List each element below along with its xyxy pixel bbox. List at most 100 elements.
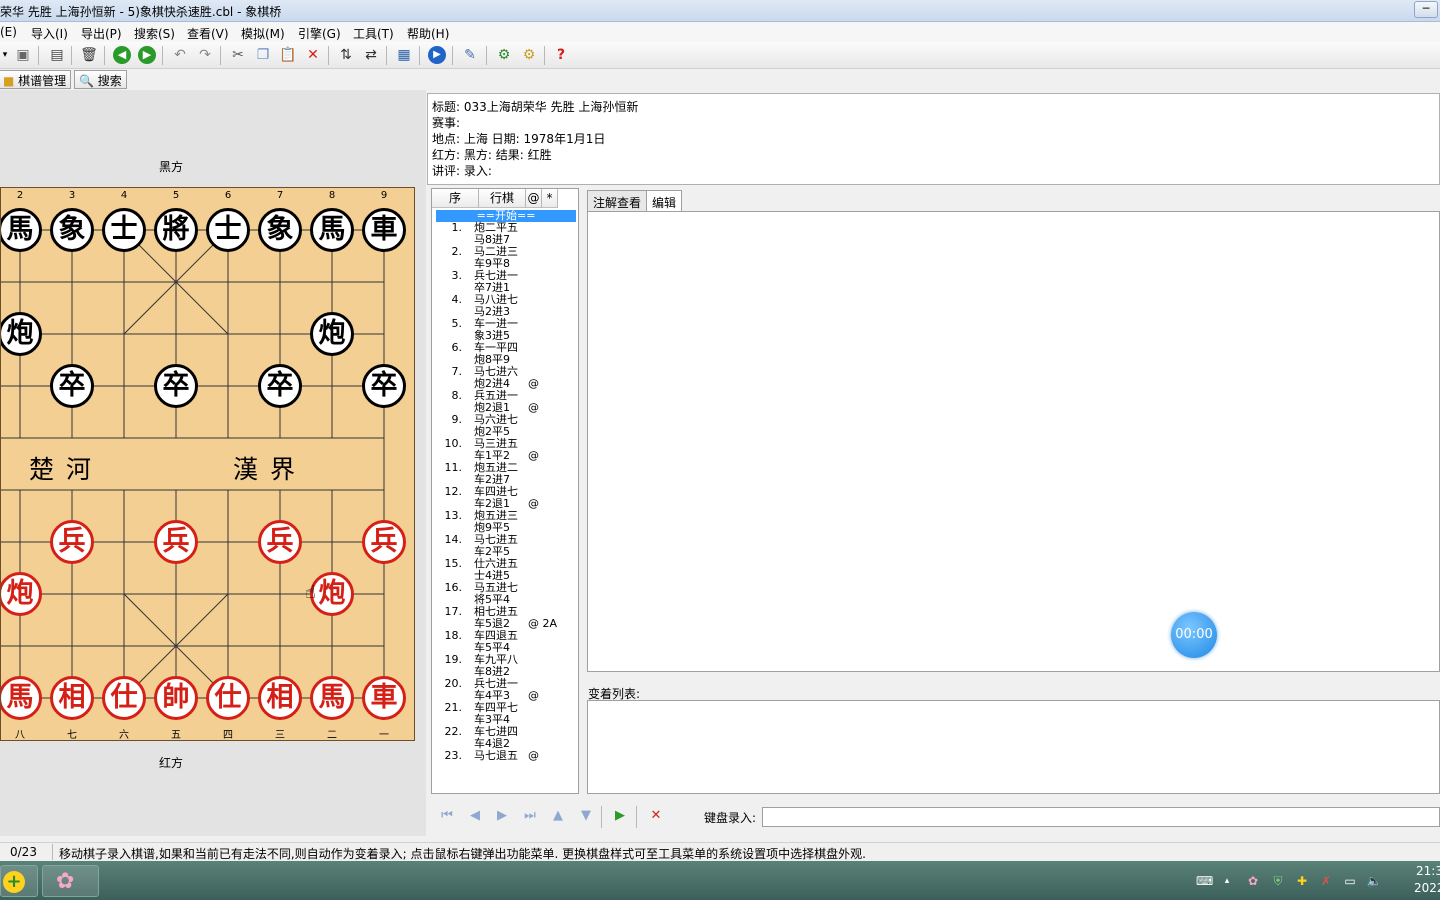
taskbar-app-2[interactable]: ✿ <box>42 865 99 897</box>
red-piece[interactable]: 兵 <box>362 520 406 564</box>
forward-icon[interactable]: ▶ <box>138 46 156 64</box>
menu-export[interactable]: 导出(P) <box>81 25 122 42</box>
dropdown-icon[interactable]: ▾ <box>0 46 10 64</box>
black-piece[interactable]: 卒 <box>154 364 198 408</box>
flip-vertical-icon[interactable]: ⇅ <box>337 46 355 64</box>
book-icon[interactable]: ✎ <box>461 46 479 64</box>
black-piece[interactable]: 象 <box>50 208 94 252</box>
red-piece[interactable]: 兵 <box>154 520 198 564</box>
red-piece[interactable]: 兵 <box>50 520 94 564</box>
keyboard-tray-icon[interactable]: ⌨ <box>1196 873 1213 889</box>
black-piece[interactable]: 炮 <box>310 312 354 356</box>
red-piece[interactable]: 仕 <box>206 676 250 720</box>
minimize-button[interactable]: ─ <box>1414 1 1438 18</box>
red-piece[interactable]: 車 <box>362 676 406 720</box>
move-number: 13. <box>444 509 463 522</box>
recording-timer[interactable]: 00:00 <box>1171 612 1217 658</box>
tab-comment-view[interactable]: 注解查看 <box>587 190 648 212</box>
save-icon[interactable]: ▣ <box>14 46 32 64</box>
river-left-text: 楚 河 <box>29 455 93 484</box>
keyboard-entry-input[interactable] <box>762 807 1440 827</box>
shield-tray-icon[interactable]: ⛨ <box>1270 873 1286 889</box>
black-piece[interactable]: 士 <box>206 208 250 252</box>
prev-move-icon[interactable]: ◀ <box>466 807 484 825</box>
paste-icon[interactable]: 📋 <box>279 46 297 64</box>
black-piece[interactable]: 將 <box>154 208 198 252</box>
delete-move-icon[interactable]: ✕ <box>647 807 665 825</box>
redo-icon[interactable]: ↷ <box>196 46 214 64</box>
autoplay-icon[interactable]: ▶ <box>611 807 629 825</box>
clock-time[interactable]: 21:3 <box>1416 864 1440 878</box>
menu-view[interactable]: 查看(V) <box>187 25 229 42</box>
menu-tools[interactable]: 工具(T) <box>353 25 394 42</box>
menu-import[interactable]: 导入(I) <box>31 25 68 42</box>
first-move-icon[interactable]: ⏮ <box>438 807 456 825</box>
clock-date[interactable]: 2022 <box>1414 881 1440 895</box>
tool-tray-icon[interactable]: ✗ <box>1318 873 1334 889</box>
red-piece[interactable]: 帥 <box>154 676 198 720</box>
undo-icon[interactable]: ↶ <box>171 46 189 64</box>
back-icon[interactable]: ◀ <box>113 46 131 64</box>
tray-expand-icon[interactable]: ▴ <box>1219 873 1235 889</box>
variation-up-icon[interactable]: ▲ <box>549 807 567 825</box>
variations-list[interactable] <box>587 700 1440 794</box>
tab-edit[interactable]: 编辑 <box>646 190 683 212</box>
red-piece[interactable]: 炮 <box>310 572 354 616</box>
comment-edit-area[interactable] <box>587 211 1440 672</box>
red-move: 马七退五 <box>474 749 518 762</box>
engine-icon[interactable]: ⚙ <box>495 46 513 64</box>
variation-down-icon[interactable]: ▼ <box>577 807 595 825</box>
col-index[interactable]: 序 <box>432 189 479 208</box>
red-piece[interactable]: 仕 <box>102 676 146 720</box>
menu-edit[interactable]: (E) <box>0 25 17 39</box>
red-piece[interactable]: 相 <box>50 676 94 720</box>
menu-help[interactable]: 帮助(H) <box>407 25 449 42</box>
black-piece[interactable]: 馬 <box>310 208 354 252</box>
move-list[interactable]: 序 行棋 @ * ==开始== 1. 炮二平五 马8进7 2. 马二进三 车9平8 3. 兵七… <box>431 188 579 794</box>
remove-icon[interactable]: ✕ <box>304 46 322 64</box>
red-piece[interactable]: 相 <box>258 676 302 720</box>
xiangqi-board[interactable]: 23456789八七六五四三二一 楚 河 漢 界 馬象士將士象馬車炮炮卒卒卒卒兵… <box>0 187 415 741</box>
menu-simulate[interactable]: 模拟(M) <box>241 25 285 42</box>
black-piece[interactable]: 士 <box>102 208 146 252</box>
move-number: 3. <box>451 269 463 282</box>
copy-icon[interactable]: ❐ <box>254 46 272 64</box>
engine-settings-icon[interactable]: ⚙ <box>520 46 538 64</box>
network-tray-icon[interactable]: ▭ <box>1342 873 1358 889</box>
flower-tray-icon[interactable]: ✿ <box>1245 873 1261 889</box>
tab-search[interactable]: 🔍 搜索 <box>74 70 127 89</box>
black-piece[interactable]: 象 <box>258 208 302 252</box>
red-piece[interactable]: 炮 <box>1 572 42 616</box>
taskbar-app-1[interactable]: + <box>0 865 38 897</box>
black-piece[interactable]: 車 <box>362 208 406 252</box>
plus-tray-icon[interactable]: ✚ <box>1294 873 1310 889</box>
tab-manage[interactable]: ■ 棋谱管理 <box>0 70 72 89</box>
move-number: 2. <box>451 245 463 258</box>
last-move-icon[interactable]: ⏭ <box>521 807 539 825</box>
black-piece[interactable]: 卒 <box>50 364 94 408</box>
red-piece[interactable]: 兵 <box>258 520 302 564</box>
file-label-top: 9 <box>380 190 388 201</box>
properties-icon[interactable]: ▤ <box>48 46 66 64</box>
menu-engine[interactable]: 引擎(G) <box>298 25 341 42</box>
volume-tray-icon[interactable]: 🔈 <box>1366 873 1382 889</box>
col-mark[interactable]: * <box>542 189 558 208</box>
red-piece[interactable]: 馬 <box>1 676 42 720</box>
black-piece[interactable]: 馬 <box>1 208 42 252</box>
red-piece[interactable]: 馬 <box>310 676 354 720</box>
delete-icon[interactable]: 🗑 <box>80 46 98 64</box>
board-icon[interactable]: ▦ <box>395 46 413 64</box>
black-piece[interactable]: 卒 <box>362 364 406 408</box>
menu-search[interactable]: 搜索(S) <box>134 25 175 42</box>
play-icon[interactable]: ▶ <box>428 46 446 64</box>
col-variation[interactable]: @ <box>526 189 542 208</box>
cut-icon[interactable]: ✂ <box>229 46 247 64</box>
help-icon[interactable]: ? <box>552 46 570 64</box>
next-move-icon[interactable]: ▶ <box>493 807 511 825</box>
variation-mark: @ <box>528 749 539 762</box>
flip-horizontal-icon[interactable]: ⇄ <box>362 46 380 64</box>
black-piece[interactable]: 卒 <box>258 364 302 408</box>
black-piece[interactable]: 炮 <box>1 312 42 356</box>
variation-mark: @ 2A <box>528 617 558 630</box>
col-moves[interactable]: 行棋 <box>479 189 526 208</box>
